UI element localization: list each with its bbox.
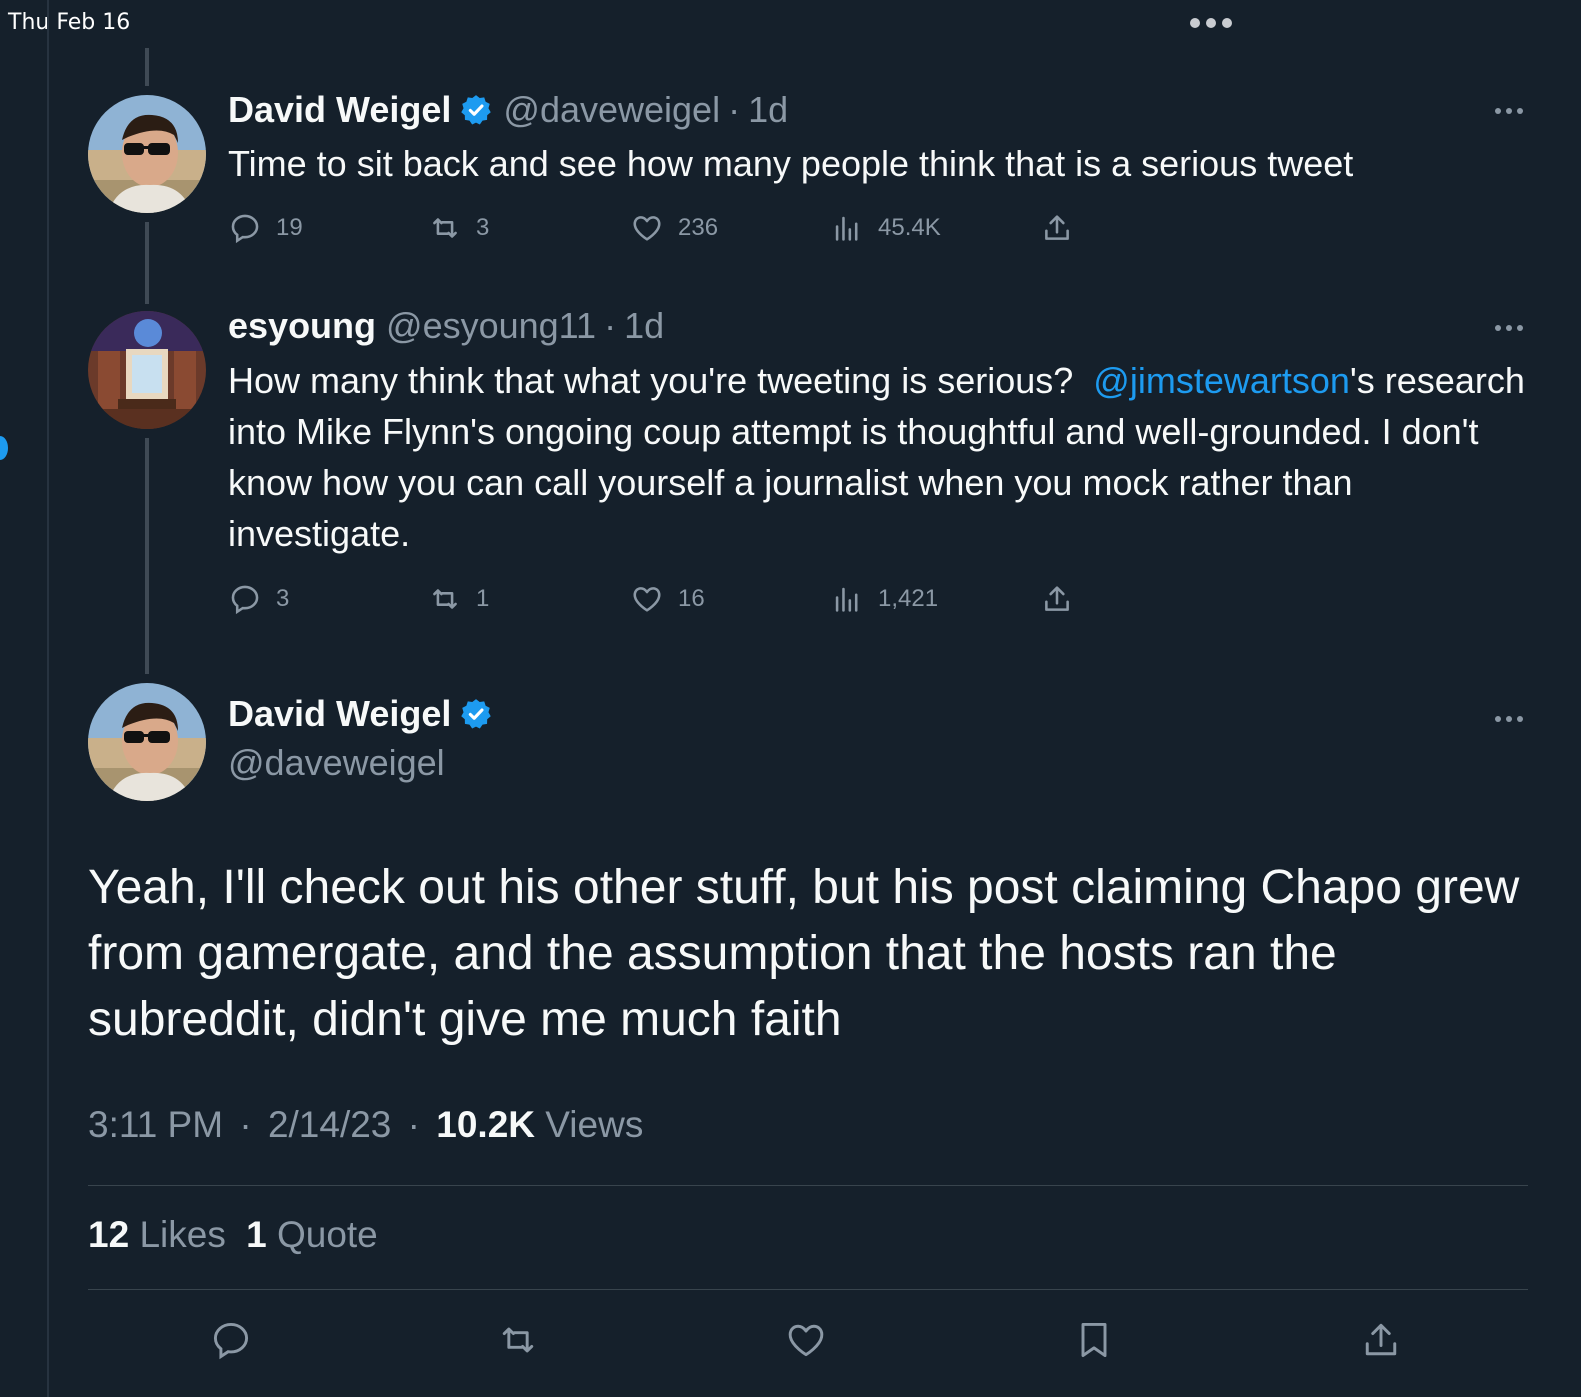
separator-dot: · [728, 89, 741, 130]
engagement-stats: 12 Likes 1 Quote [88, 1214, 378, 1256]
tweet-age[interactable]: 1d [748, 89, 788, 131]
author-name[interactable]: David Weigel [228, 693, 451, 735]
like-icon [633, 587, 661, 612]
mention-link[interactable]: @jimstewartson [1093, 360, 1350, 401]
views-count: 45.4K [878, 214, 941, 241]
multitasking-dots-icon[interactable] [1190, 18, 1232, 28]
retweet-button[interactable]: 3 [428, 210, 489, 246]
reply-button[interactable]: 3 [228, 581, 289, 617]
reply-count: 19 [276, 214, 303, 241]
separator-dot: · [407, 1104, 420, 1145]
avatar-room-interior-icon [88, 311, 206, 429]
divider [88, 1289, 1528, 1290]
separator-dot: · [604, 305, 617, 346]
likes-count: 12 [88, 1214, 130, 1255]
main-author-name-row: David Weigel [228, 693, 503, 735]
share-icon [1045, 215, 1069, 240]
likes-stat[interactable]: 12 Likes [88, 1214, 226, 1255]
reply-icon[interactable] [209, 1318, 253, 1362]
author-name[interactable]: David Weigel [228, 89, 451, 131]
tweet-text-part: How many think that what you're tweeting… [228, 360, 1094, 401]
author-handle[interactable]: @esyoung11 [386, 305, 596, 347]
retweet-count: 1 [476, 585, 490, 612]
retweet-count: 3 [476, 214, 490, 241]
avatar[interactable] [88, 311, 206, 429]
divider [88, 1185, 1528, 1186]
author-handle[interactable]: @daveweigel [503, 89, 720, 131]
views-total: 10.2K [436, 1104, 536, 1145]
retweet-icon [433, 218, 457, 238]
avatar-man-sunglasses-icon [88, 683, 206, 801]
tweet-header: David Weigel @daveweigel · 1d [228, 89, 788, 131]
avatar[interactable] [88, 95, 206, 213]
status-bar-date: Thu Feb 16 [8, 10, 131, 35]
tweet-time[interactable]: 3:11 PM [88, 1104, 223, 1145]
views-count: 1,421 [878, 585, 939, 612]
tweet-actions: 3 1 16 1,421 [228, 581, 1088, 617]
share-button[interactable] [1040, 210, 1088, 246]
retweet-icon[interactable] [496, 1318, 540, 1362]
reply-button[interactable]: 19 [228, 210, 303, 246]
like-count: 236 [678, 214, 719, 241]
verified-badge-icon [461, 95, 492, 125]
verified-badge-icon [461, 699, 492, 729]
tweet-meta: 3:11 PM · 2/14/23 · 10.2K Views [88, 1104, 643, 1146]
share-icon [1045, 586, 1069, 611]
quotes-stat[interactable]: 1 Quote [246, 1214, 378, 1255]
views-label: Views [545, 1104, 644, 1145]
author-handle[interactable]: @daveweigel [228, 742, 445, 784]
retweet-button[interactable]: 1 [428, 581, 489, 617]
quotes-label: Quote [276, 1214, 378, 1255]
avatar-man-sunglasses-icon [88, 95, 206, 213]
tweet-date[interactable]: 2/14/23 [268, 1104, 391, 1145]
share-icon[interactable] [1359, 1318, 1403, 1362]
thread-line [145, 438, 149, 674]
avatar[interactable] [88, 683, 206, 801]
more-options-icon[interactable] [1495, 325, 1523, 331]
views-button[interactable]: 1,421 [830, 581, 938, 617]
reply-count: 3 [276, 585, 290, 612]
reply-icon [231, 214, 259, 244]
views-button[interactable]: 45.4K [830, 210, 941, 246]
tweet-text: Time to sit back and see how many people… [228, 143, 1354, 184]
sidebar-divider [47, 0, 49, 1397]
author-name[interactable]: esyoung [228, 305, 376, 347]
thread-line [145, 222, 149, 304]
tweet-age[interactable]: 1d [624, 305, 664, 347]
tweet-text: How many think that what you're tweeting… [228, 355, 1528, 559]
like-button[interactable]: 16 [630, 581, 705, 617]
like-icon [633, 216, 661, 241]
like-button[interactable]: 236 [630, 210, 718, 246]
more-options-icon[interactable] [1495, 108, 1523, 114]
likes-label: Likes [139, 1214, 226, 1255]
main-tweet-text: Yeah, I'll check out his other stuff, bu… [88, 861, 1520, 1046]
share-button[interactable] [1040, 581, 1088, 617]
views-chart-icon [835, 587, 858, 612]
reply-icon [231, 585, 259, 615]
quotes-count: 1 [246, 1214, 267, 1255]
like-count: 16 [678, 585, 705, 612]
like-icon[interactable] [784, 1318, 828, 1362]
more-options-icon[interactable] [1495, 716, 1523, 722]
sidebar-handle[interactable] [0, 436, 8, 460]
bookmark-icon[interactable] [1072, 1318, 1116, 1362]
tweet-actions: 19 3 236 45.4K [228, 210, 1088, 246]
thread-line [145, 48, 149, 86]
views-chart-icon [835, 216, 858, 241]
separator-dot: · [239, 1104, 252, 1145]
retweet-icon [433, 589, 457, 609]
tweet-thread-page: Thu Feb 16 David Weigel @daveweigel · 1d… [0, 0, 1581, 1397]
tweet-header: esyoung @esyoung11 · 1d [228, 305, 664, 347]
